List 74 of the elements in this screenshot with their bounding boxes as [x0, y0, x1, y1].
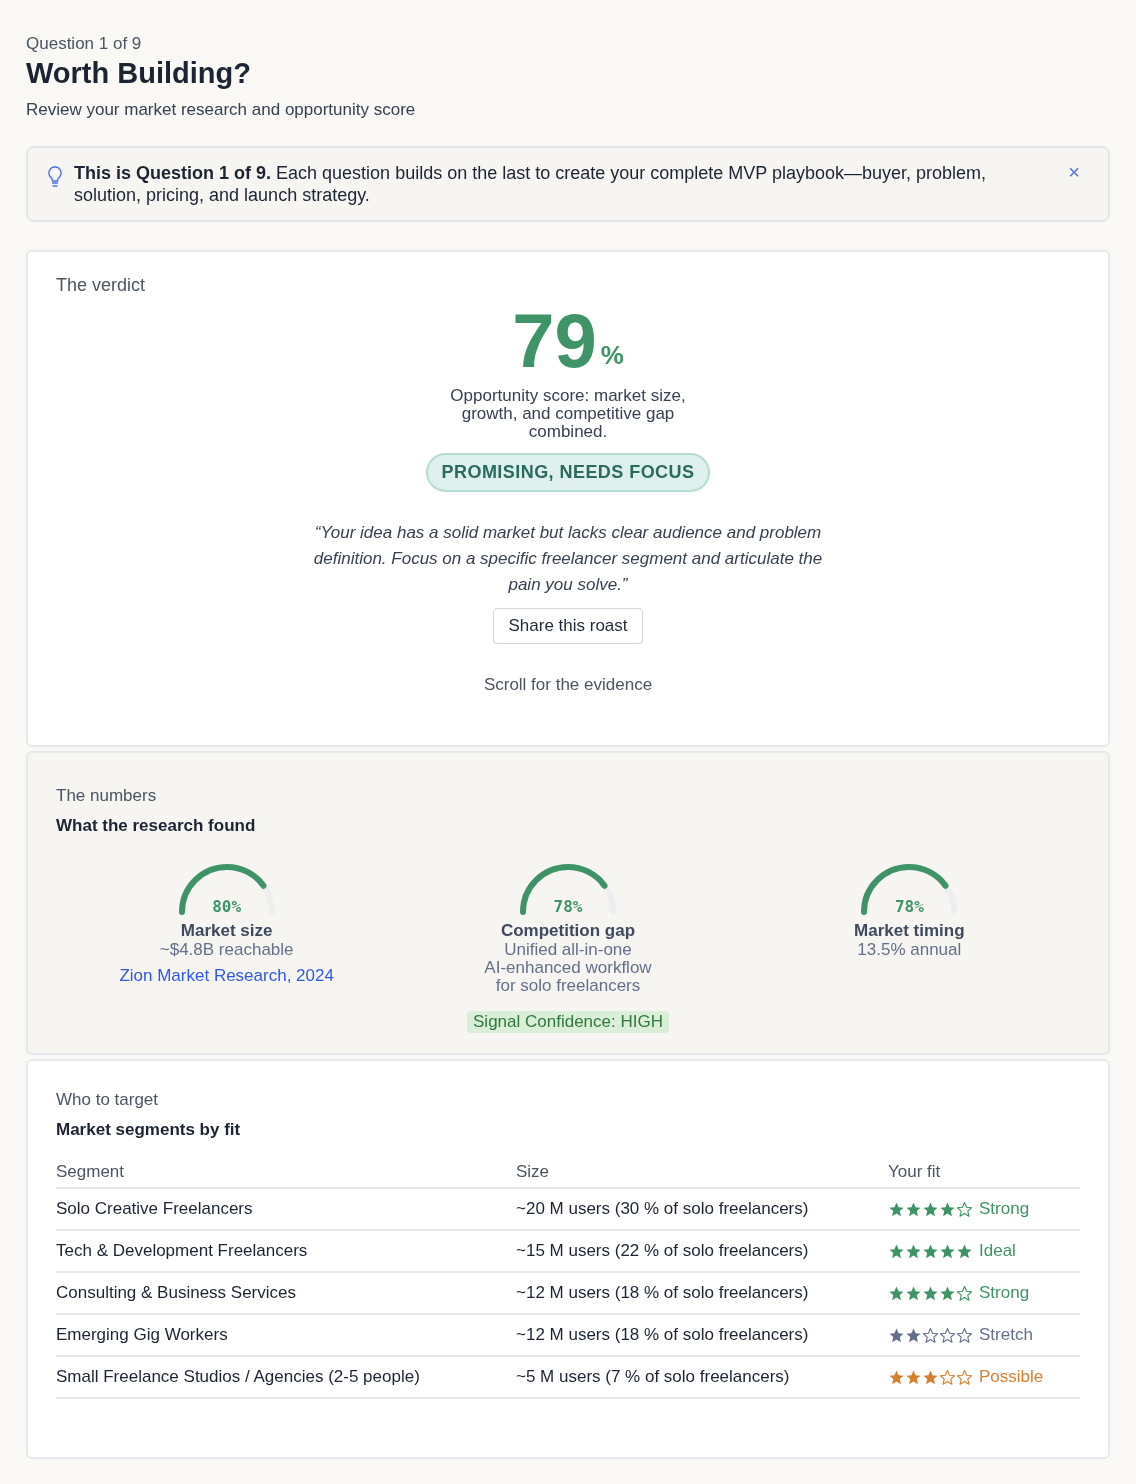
filled-star-icon [888, 1326, 905, 1344]
section-label: The numbers [56, 785, 158, 807]
filled-star-icon [939, 1200, 956, 1218]
table-cell: Solo Creative Freelancers [56, 1188, 516, 1230]
filled-star-icon [888, 1368, 905, 1386]
table-cell: Emerging Gig Workers [56, 1314, 516, 1356]
table-cell: ~12 M users (18 % of solo freelancers) [516, 1272, 888, 1314]
score-value: 79 [512, 303, 597, 379]
table-cell: ~20 M users (30 % of solo freelancers) [516, 1188, 888, 1230]
table-cell: Small Freelance Studios / Agencies (2-5 people) [56, 1356, 516, 1398]
filled-star-icon [888, 1242, 905, 1260]
gauge-reading: 78% [893, 896, 925, 918]
empty-star-icon [939, 1368, 956, 1386]
table-cell: ~15 M users (22 % of solo freelancers) [516, 1230, 888, 1272]
verdict-quote: “Your idea has a solid market but lacks clear audience and problem definition. Focus on a specific freelancer segment and articulate the pain you solve.” [312, 522, 824, 596]
scroll-hint: Scroll for the evidence [483, 673, 653, 696]
column-header: Your fit [888, 1161, 1080, 1188]
filled-star-icon [922, 1368, 939, 1386]
filled-star-icon [922, 1284, 939, 1302]
gauge-reading: 78% [552, 896, 584, 918]
fit-label: Strong [979, 1198, 1030, 1220]
filled-star-icon [905, 1242, 922, 1260]
empty-star-icon [939, 1326, 956, 1344]
table-cell: Consulting & Business Services [56, 1272, 516, 1314]
column-header: Segment [56, 1161, 516, 1188]
fit-label: Ideal [979, 1240, 1016, 1262]
table-cell: ~12 M users (18 % of solo freelancers) [516, 1314, 888, 1356]
verdict-badge: PROMISING, NEEDS FOCUS [425, 453, 711, 492]
metric-detail: for solo freelancers [495, 977, 641, 995]
fit-label: Stretch [979, 1324, 1033, 1346]
share-button[interactable]: Share this roast [493, 608, 643, 644]
gauge-reading: 80% [211, 896, 243, 918]
empty-star-icon [922, 1326, 939, 1344]
empty-star-icon [956, 1368, 973, 1386]
close-button[interactable]: × [1060, 162, 1088, 182]
column-header: Size [516, 1161, 888, 1188]
filled-star-icon [939, 1284, 956, 1302]
filled-star-icon [922, 1242, 939, 1260]
filled-star-icon [939, 1242, 956, 1260]
table-cell: Tech & Development Freelancers [56, 1230, 516, 1272]
metric-detail: Unified all-in-one [504, 941, 632, 959]
filled-star-icon [905, 1368, 922, 1386]
metric-name: Market size [180, 921, 273, 941]
score-unit: % [600, 339, 624, 372]
banner-text: This is Question 1 of 9. Each question builds on the last to create your complete MVP playbook—buyer, problem, solution, pricing, and launch strategy. [74, 162, 988, 206]
filled-star-icon [905, 1284, 922, 1302]
section-title: Market segments by fit [56, 1119, 242, 1141]
fit-label: Strong [979, 1282, 1030, 1304]
metric-detail: AI-enhanced workflow [484, 959, 652, 977]
source-link[interactable]: Zion Market Research, 2024 [119, 963, 334, 989]
filled-star-icon [905, 1326, 922, 1344]
filled-star-icon [888, 1284, 905, 1302]
metric-detail: 13.5% annual [857, 941, 962, 959]
filled-star-icon [922, 1200, 939, 1218]
fit-label: Possible [979, 1366, 1044, 1388]
page-title: Worth Building? [26, 56, 252, 90]
filled-star-icon [956, 1242, 973, 1260]
empty-star-icon [956, 1326, 973, 1344]
empty-star-icon [956, 1284, 973, 1302]
metric-detail: ~$4.8B reachable [159, 941, 294, 959]
lightbulb-icon [48, 166, 62, 188]
question-counter: Question 1 of 9 [26, 33, 143, 55]
metric-name: Competition gap [500, 921, 636, 941]
confidence-tag: Signal Confidence: HIGH [467, 1011, 669, 1033]
score-caption: Opportunity score: market size, growth, and competitive gap combined. [449, 387, 687, 441]
page-subtitle: Review your market research and opportunity score [26, 99, 417, 121]
filled-star-icon [888, 1200, 905, 1218]
filled-star-icon [905, 1200, 922, 1218]
metric-name: Market timing [854, 921, 965, 941]
empty-star-icon [956, 1200, 973, 1218]
section-title: What the research found [56, 815, 257, 837]
section-label: Who to target [56, 1089, 160, 1111]
table-cell: ~5 M users (7 % of solo freelancers) [516, 1356, 888, 1398]
section-label: The verdict [56, 274, 146, 297]
